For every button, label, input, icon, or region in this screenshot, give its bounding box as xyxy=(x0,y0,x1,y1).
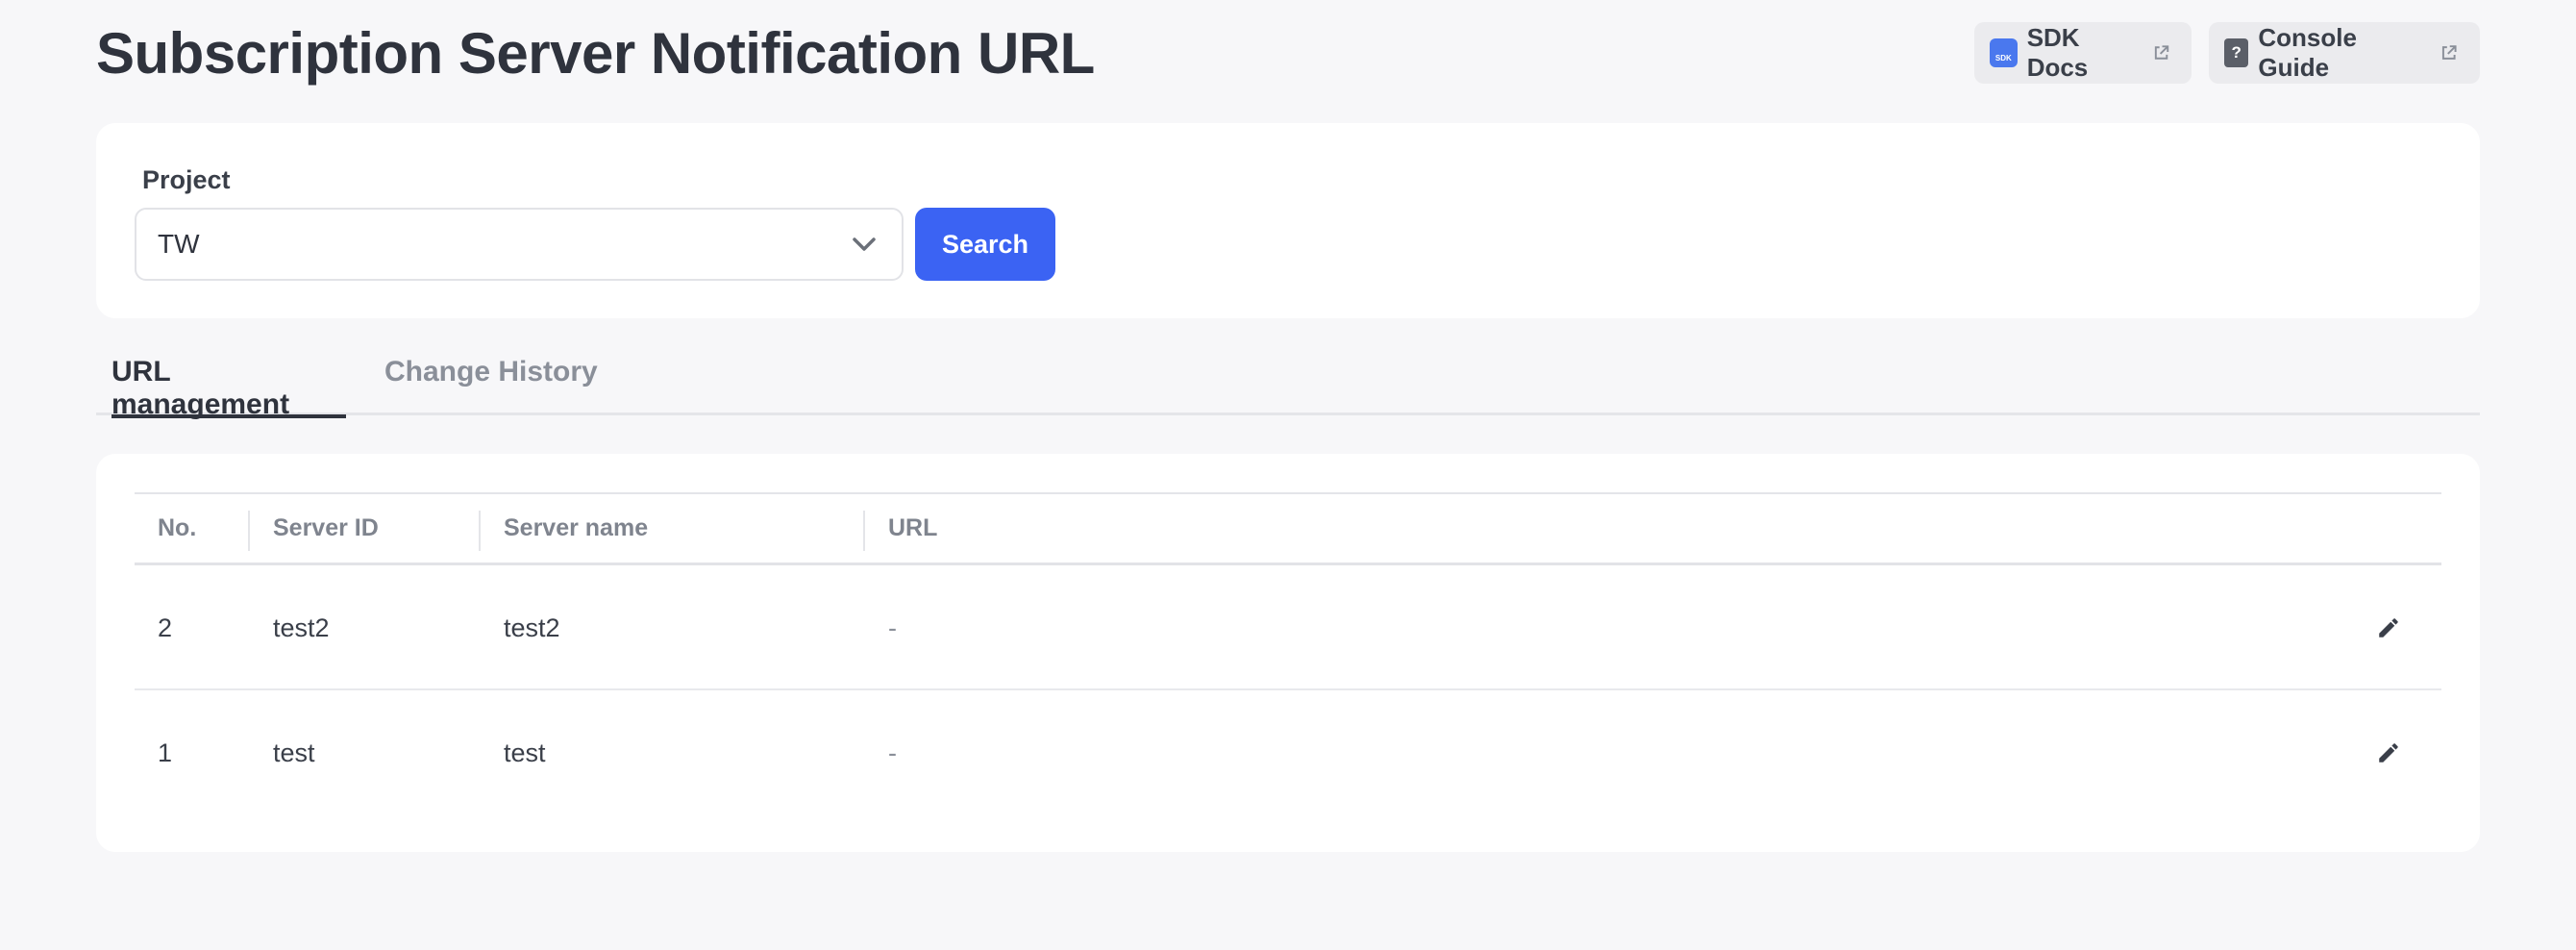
external-link-icon xyxy=(2154,45,2169,60)
column-header-server-id: Server ID xyxy=(273,514,379,541)
cell-no: 2 xyxy=(158,613,173,642)
url-table-panel: No. Server ID Server name URL 2 test2 te… xyxy=(96,454,2480,852)
url-table: No. Server ID Server name URL 2 test2 te… xyxy=(135,492,2441,815)
edit-pencil-icon[interactable] xyxy=(2376,615,2401,640)
cell-url: - xyxy=(888,738,897,767)
cell-server-id: test2 xyxy=(273,613,330,642)
sdk-docs-link[interactable]: SDK SDK Docs xyxy=(1974,22,2192,84)
cell-server-name: test2 xyxy=(504,613,560,642)
doc-links: SDK SDK Docs ? Console Guide xyxy=(1974,22,2480,84)
column-divider xyxy=(248,511,250,551)
project-select[interactable]: TW xyxy=(135,208,904,281)
table-row: 1 test test - xyxy=(135,690,2441,815)
table-header: No. Server ID Server name URL xyxy=(135,492,2441,565)
sdk-icon: SDK xyxy=(1990,38,2018,67)
console-guide-label: Console Guide xyxy=(2258,23,2357,82)
sdk-docs-label: SDK Docs xyxy=(2026,23,2089,82)
column-header-no: No. xyxy=(158,514,197,541)
tab-change-history[interactable]: Change History xyxy=(384,348,598,415)
page-title: Subscription Server Notification URL xyxy=(96,20,1095,86)
external-link-icon xyxy=(2442,45,2458,60)
page: Subscription Server Notification URL SDK… xyxy=(0,0,2576,950)
table-row: 2 test2 test2 - xyxy=(135,565,2441,690)
tab-bar: URL management Change History xyxy=(96,348,2480,420)
chevron-down-icon xyxy=(853,238,876,251)
search-panel: Project TW Search xyxy=(96,123,2480,318)
console-guide-link[interactable]: ? Console Guide xyxy=(2209,22,2480,84)
cell-no: 1 xyxy=(158,738,173,767)
tab-url-management[interactable]: URL management xyxy=(111,348,346,420)
column-header-url: URL xyxy=(888,514,938,541)
cell-server-name: test xyxy=(504,738,546,767)
edit-pencil-icon[interactable] xyxy=(2376,740,2401,765)
page-header: Subscription Server Notification URL SDK… xyxy=(96,17,2480,88)
column-header-server-name: Server name xyxy=(504,514,649,541)
cell-server-id: test xyxy=(273,738,315,767)
help-document-icon: ? xyxy=(2224,38,2249,67)
column-divider xyxy=(863,511,865,551)
project-label: Project xyxy=(142,165,231,194)
project-select-value: TW xyxy=(158,229,200,259)
search-button[interactable]: Search xyxy=(915,208,1055,281)
column-divider xyxy=(479,511,481,551)
cell-url: - xyxy=(888,613,897,642)
